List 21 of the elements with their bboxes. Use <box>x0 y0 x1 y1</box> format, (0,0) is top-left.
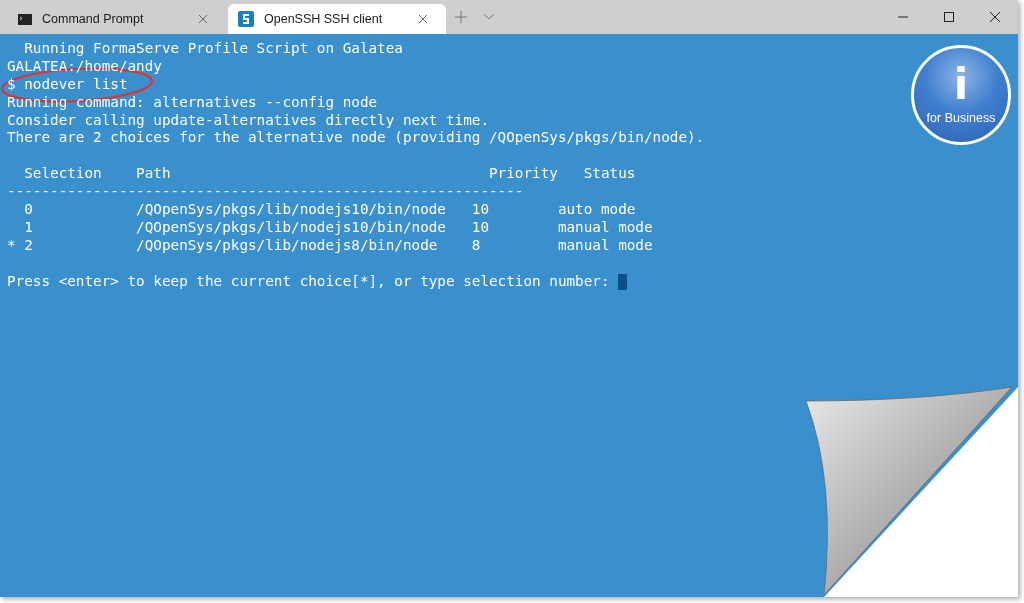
tab[interactable]: Command Prompt <box>8 4 226 34</box>
tab[interactable]: OpenSSH SSH client <box>228 4 446 34</box>
tab-label: OpenSSH SSH client <box>264 12 384 26</box>
logo-caption: for Business <box>926 111 996 125</box>
close-icon[interactable] <box>990 12 1000 22</box>
logo-letter: i <box>953 65 969 105</box>
terminal-line: Running FormaServe Profile Script on Galatea <box>23 40 403 58</box>
terminal-line: Consider calling update-alternatives directly next time. <box>7 111 490 130</box>
terminal-prompt: Press <enter> to keep the current choice[*], or type selection number: <box>7 272 611 291</box>
terminal-line: * 2 /QOpenSys/pkgs/lib/nodejs8/bin/node 8 manual mode <box>7 236 653 255</box>
terminal-line: There are 2 choices for the alternative node (providing /QOpenSys/pkgs/bin/node). <box>7 129 705 148</box>
terminal-line: 1 /QOpenSys/pkgs/lib/nodejs10/bin/node 10 manual mode <box>23 218 653 237</box>
terminal-app-icon <box>238 11 254 27</box>
terminal-line: 0 /QOpenSys/pkgs/lib/nodejs10/bin/node 10 auto mode <box>23 201 636 219</box>
terminal-line: ------------------------------------------------------------ <box>7 183 524 202</box>
console-icon <box>18 13 32 25</box>
text-cursor <box>618 273 628 290</box>
maximize-icon[interactable] <box>944 12 954 22</box>
terminal-line: GALATEA:/home/andy <box>7 57 162 76</box>
terminal-line: Selection Path Priority Status <box>23 165 636 184</box>
tab-label: Command Prompt <box>42 12 145 26</box>
